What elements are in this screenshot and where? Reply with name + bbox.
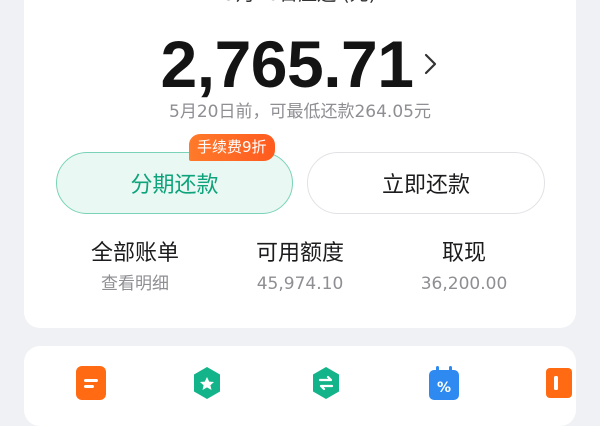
stat-all-bills[interactable]: 全部账单 查看明细 xyxy=(45,238,225,296)
stat-cash-withdrawal[interactable]: 取现 36,200.00 xyxy=(374,238,554,296)
orange-card-icon[interactable] xyxy=(542,366,572,400)
bill-card: 5月20日应还 (元) 2,765.71 5月20日前，可最低还款264.05元… xyxy=(24,0,576,328)
stat-value: 查看明细 xyxy=(101,274,169,294)
green-transfer-icon[interactable] xyxy=(311,366,341,400)
stat-value: 45,974.10 xyxy=(256,274,344,294)
repay-now-label: 立即还款 xyxy=(381,173,470,198)
repay-now-button[interactable]: 立即还款 xyxy=(307,152,545,214)
due-amount[interactable]: 2,765.71 xyxy=(161,26,414,102)
svg-text:%: % xyxy=(437,380,451,396)
green-star-badge-icon[interactable] xyxy=(192,366,222,400)
stat-title: 可用额度 xyxy=(255,241,344,266)
shortcuts-card: % xyxy=(24,346,576,426)
fee-discount-badge: 手续费9折 xyxy=(189,134,275,161)
chevron-right-icon[interactable] xyxy=(423,52,439,76)
stats-row: 全部账单 查看明细 可用额度 45,974.10 取现 36,200.00 xyxy=(24,238,576,308)
stat-available-credit[interactable]: 可用额度 45,974.10 xyxy=(210,238,390,296)
orange-document-icon[interactable] xyxy=(76,366,106,400)
installment-button[interactable]: 分期还款 xyxy=(56,152,293,214)
stat-title: 取现 xyxy=(441,241,486,266)
stat-title: 全部账单 xyxy=(90,241,179,266)
stat-value: 36,200.00 xyxy=(420,274,508,294)
installment-label: 分期还款 xyxy=(130,173,219,198)
due-title: 5月20日应还 (元) xyxy=(24,0,576,8)
blue-calendar-percent-icon[interactable]: % xyxy=(429,366,459,400)
amount-row[interactable]: 2,765.71 xyxy=(24,26,576,102)
min-payment-text: 5月20日前，可最低还款264.05元 xyxy=(169,102,431,122)
